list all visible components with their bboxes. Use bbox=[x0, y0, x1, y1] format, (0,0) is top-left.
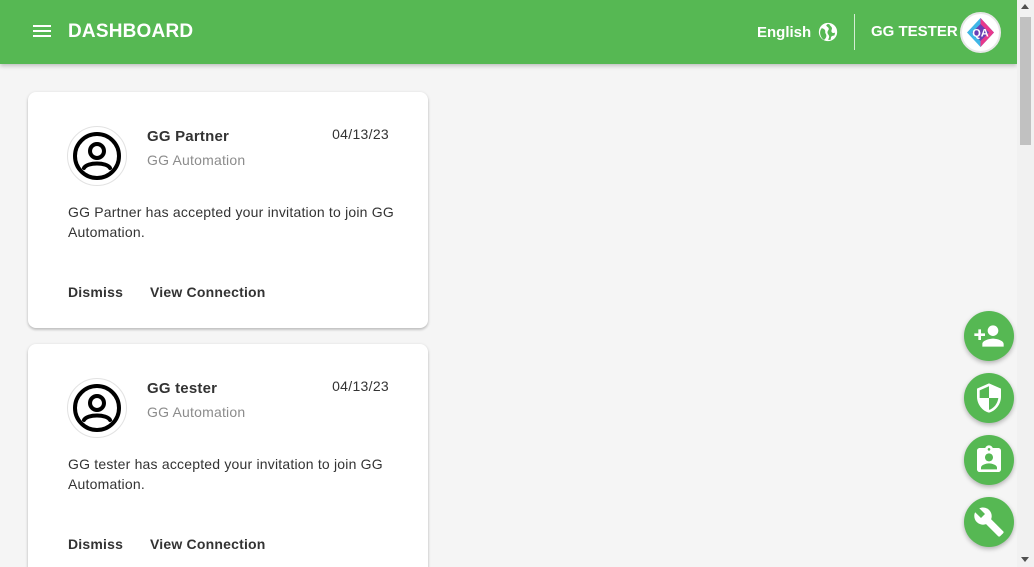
notification-date: 04/13/23 bbox=[332, 378, 389, 394]
avatar bbox=[67, 126, 127, 186]
notification-message: GG tester has accepted your invitation t… bbox=[68, 456, 383, 492]
view-connection-button[interactable]: View Connection bbox=[150, 536, 266, 552]
connection-name: GG Partner bbox=[147, 128, 230, 145]
person-add-icon bbox=[974, 325, 1004, 347]
account-circle-icon bbox=[73, 384, 121, 432]
notification-card: GG tester GG Automation 04/13/23 GG test… bbox=[28, 344, 428, 567]
badge-icon bbox=[977, 445, 1001, 472]
app-bar: DASHBOARD English GG TESTER QA bbox=[0, 0, 1017, 64]
qa-logo-text: QA bbox=[972, 28, 989, 40]
add-connection-fab[interactable] bbox=[964, 311, 1014, 361]
header-divider bbox=[854, 14, 855, 50]
connection-name: GG tester bbox=[147, 380, 218, 397]
tools-fab[interactable] bbox=[964, 497, 1014, 547]
view-connection-button[interactable]: View Connection bbox=[150, 284, 266, 300]
language-label: English bbox=[757, 23, 812, 41]
menu-icon-bar bbox=[33, 25, 51, 27]
scroll-down-arrow-icon[interactable] bbox=[1021, 557, 1029, 562]
globe-icon bbox=[819, 22, 838, 42]
account-circle-icon bbox=[73, 132, 121, 180]
page-scrollbar[interactable] bbox=[1017, 0, 1034, 567]
security-fab[interactable] bbox=[964, 373, 1014, 423]
notification-card: GG Partner GG Automation 04/13/23 GG Par… bbox=[28, 92, 428, 328]
scroll-up-arrow-icon[interactable] bbox=[1021, 4, 1029, 9]
dismiss-button[interactable]: Dismiss bbox=[68, 284, 123, 300]
menu-icon-bar bbox=[33, 35, 51, 37]
badge-fab[interactable] bbox=[964, 435, 1014, 485]
dismiss-button[interactable]: Dismiss bbox=[68, 536, 123, 552]
scrollbar-thumb[interactable] bbox=[1020, 17, 1031, 145]
connection-org: GG Automation bbox=[147, 404, 246, 420]
language-selector[interactable]: English bbox=[757, 20, 839, 44]
page-title: DASHBOARD bbox=[68, 21, 194, 42]
user-name[interactable]: GG TESTER bbox=[871, 23, 958, 40]
shield-icon bbox=[977, 383, 1001, 413]
menu-button[interactable] bbox=[30, 20, 54, 44]
notification-message: GG Partner has accepted your invitation … bbox=[68, 204, 394, 240]
menu-icon-bar bbox=[33, 30, 51, 32]
qa-logo-icon: QA bbox=[967, 18, 994, 47]
connection-org: GG Automation bbox=[147, 152, 246, 168]
avatar bbox=[67, 378, 127, 438]
wrench-icon bbox=[974, 507, 1004, 537]
qa-logo-avatar[interactable]: QA bbox=[960, 12, 1001, 53]
notification-date: 04/13/23 bbox=[332, 126, 389, 142]
